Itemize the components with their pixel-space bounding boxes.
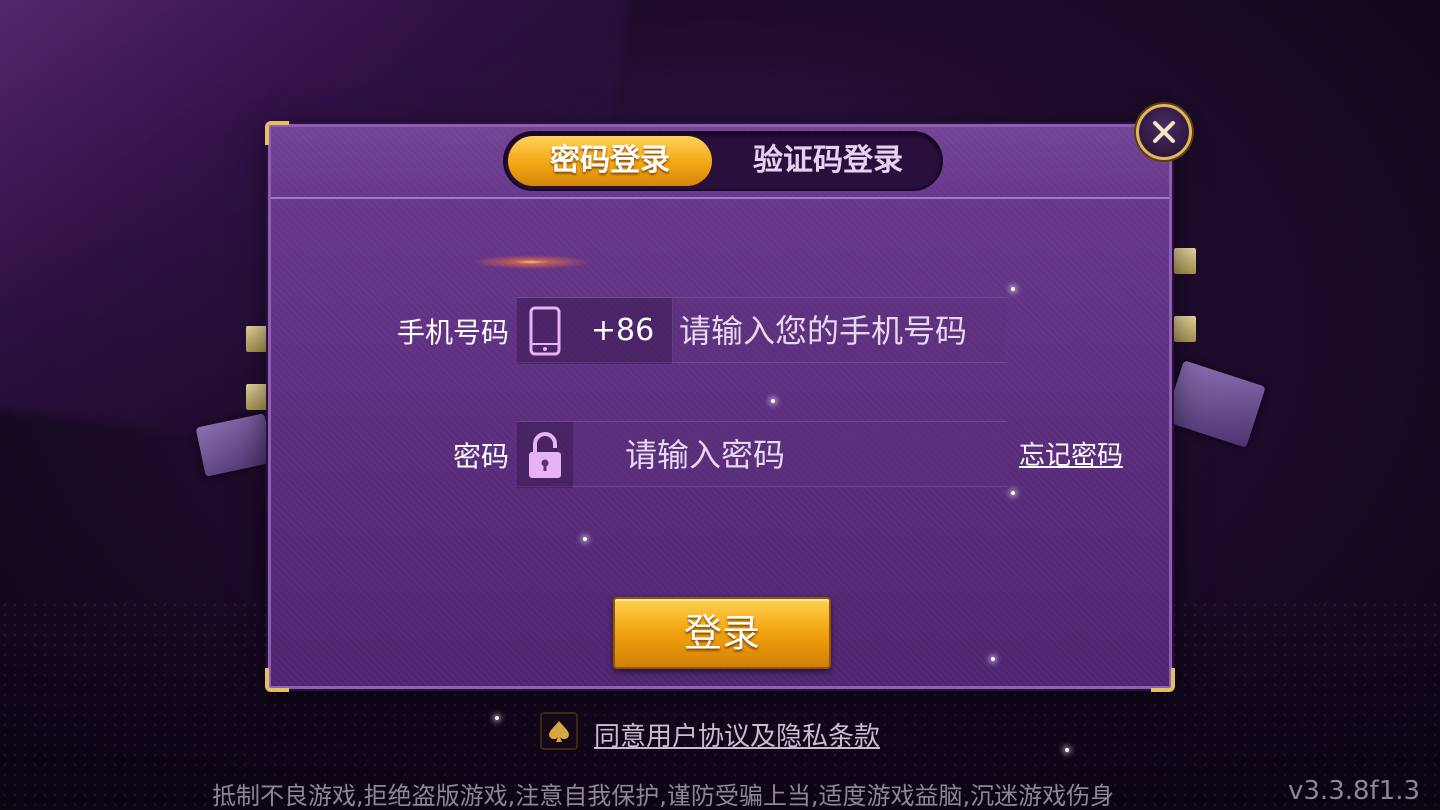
close-icon (1153, 121, 1175, 143)
tab-code-login[interactable]: 验证码登录 (717, 136, 939, 186)
phone-label: 手机号码 (396, 316, 509, 349)
background-mahjong-tile (1174, 248, 1196, 274)
background-mahjong-tile (246, 384, 268, 410)
country-code-selector[interactable]: +86 (573, 298, 673, 364)
login-mode-tabs: 密码登录 验证码登录 (503, 131, 943, 191)
version-label: v3.3.8f1.3 (1288, 776, 1421, 806)
sparkle (583, 537, 587, 541)
panel-corner-ornament (1151, 668, 1175, 692)
password-input[interactable] (625, 422, 1005, 488)
sparkle (771, 399, 775, 403)
lock-icon (517, 422, 573, 488)
sparkle (1011, 491, 1015, 495)
background-card (1164, 360, 1266, 448)
background-mahjong-tile (1174, 316, 1196, 342)
phone-icon (517, 298, 573, 364)
phone-field: +86 (517, 297, 1007, 364)
spade-icon (549, 721, 569, 742)
agreement-link[interactable]: 同意用户协议及隐私条款 (594, 716, 880, 753)
close-button[interactable] (1136, 104, 1192, 160)
sparkle (495, 716, 499, 720)
login-panel: 密码登录 验证码登录 手机号码 +86 密码 (265, 121, 1175, 692)
forgot-password-link[interactable]: 忘记密码 (1019, 435, 1123, 472)
sparkle (1011, 287, 1015, 291)
sparkle-glow (471, 255, 591, 269)
password-field (517, 421, 1007, 488)
login-button[interactable]: 登录 (613, 597, 831, 669)
health-notice: 抵制不良游戏,拒绝盗版游戏,注意自我保护,谨防受骗上当,适度游戏益脑,沉迷游戏伤… (212, 782, 1115, 810)
sparkle (991, 657, 995, 661)
password-label: 密码 (452, 440, 509, 473)
panel-corner-ornament (265, 668, 289, 692)
panel-corner-ornament (265, 121, 289, 145)
sparkle (1065, 748, 1069, 752)
background-mahjong-tile (246, 326, 268, 352)
agreement-checkbox[interactable] (540, 712, 578, 750)
tab-password-login[interactable]: 密码登录 (508, 136, 712, 186)
phone-input[interactable] (679, 298, 1005, 364)
